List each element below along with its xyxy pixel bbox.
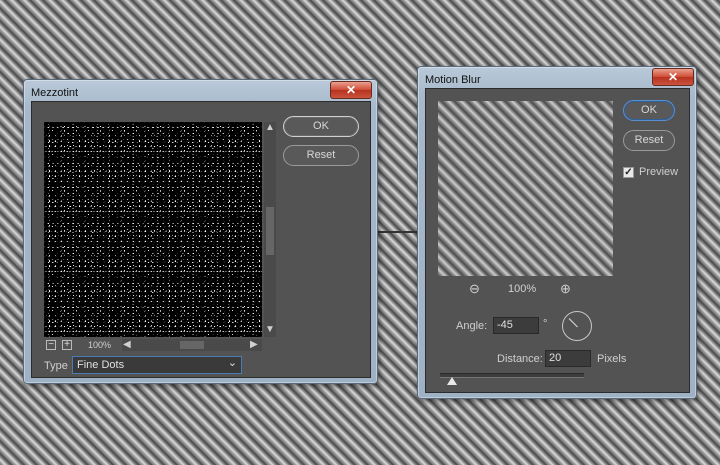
distance-slider-thumb[interactable] (447, 377, 457, 385)
scroll-right-arrow-icon[interactable]: ▶ (250, 340, 258, 350)
distance-input[interactable]: 20 (545, 350, 591, 367)
preview-label[interactable]: Preview (639, 166, 678, 178)
angle-dial[interactable] (562, 311, 592, 341)
motion-blur-preview-image[interactable] (438, 101, 613, 276)
angle-dial-needle (568, 318, 578, 328)
angle-unit: ° (543, 318, 548, 330)
zoom-in-icon[interactable]: ⊕ (560, 281, 571, 297)
motion-blur-close-button[interactable]: ✕ (652, 68, 694, 86)
distance-slider-track[interactable] (440, 373, 584, 378)
mezzotint-preview-image[interactable] (44, 122, 262, 337)
motion-blur-title: Motion Blur (425, 74, 481, 86)
zoom-out-icon[interactable]: ⊖ (469, 281, 480, 297)
motion-blur-zoom-value: 100% (508, 283, 537, 295)
mezzotint-horizontal-scrollbar[interactable]: ◀ ▶ (122, 339, 262, 351)
zoom-in-button[interactable]: + (62, 340, 72, 350)
type-label: Type (44, 360, 68, 372)
motion-blur-client: OK Reset ✓ Preview ⊖ 100% ⊕ Angle: -45 °… (425, 88, 690, 393)
mezzotint-dialog: Mezzotint ✕ ▲ ▼ − + 100% ⌄ ◀ ▶ Type Fine… (23, 79, 378, 384)
mezzotint-close-button[interactable]: ✕ (330, 81, 372, 99)
zoom-in-icon: + (64, 339, 70, 350)
zoom-out-button[interactable]: − (46, 340, 56, 350)
scroll-up-arrow-icon[interactable]: ▲ (265, 123, 275, 133)
angle-label: Angle: (456, 320, 488, 332)
mezzotint-ok-button[interactable]: OK (283, 116, 359, 137)
scroll-down-arrow-icon[interactable]: ▼ (265, 325, 275, 335)
scroll-thumb-horizontal[interactable] (180, 341, 204, 349)
mezzotint-title: Mezzotint (31, 87, 79, 99)
motion-blur-ok-button[interactable]: OK (623, 100, 675, 121)
zoom-out-icon: − (48, 339, 54, 350)
scroll-left-arrow-icon[interactable]: ◀ (123, 340, 131, 350)
mezzotint-zoom-value: 100% (88, 340, 112, 350)
chevron-down-icon: ⌄ (227, 357, 237, 369)
mezzotint-reset-button[interactable]: Reset (283, 145, 359, 166)
angle-input[interactable]: -45 (493, 317, 539, 334)
distance-unit: Pixels (597, 353, 627, 365)
scroll-thumb-vertical[interactable] (266, 207, 274, 255)
motion-blur-reset-button[interactable]: Reset (623, 130, 675, 151)
preview-checkbox[interactable]: ✓ (623, 167, 634, 178)
mezzotint-client: ▲ ▼ − + 100% ⌄ ◀ ▶ Type Fine Dots ⌄ OK R… (31, 101, 371, 378)
distance-label-visible: Distance: (497, 353, 543, 365)
type-select-value: Fine Dots (77, 359, 125, 371)
mezzotint-vertical-scrollbar[interactable]: ▲ ▼ (264, 122, 276, 337)
type-select[interactable]: Fine Dots ⌄ (72, 356, 242, 374)
